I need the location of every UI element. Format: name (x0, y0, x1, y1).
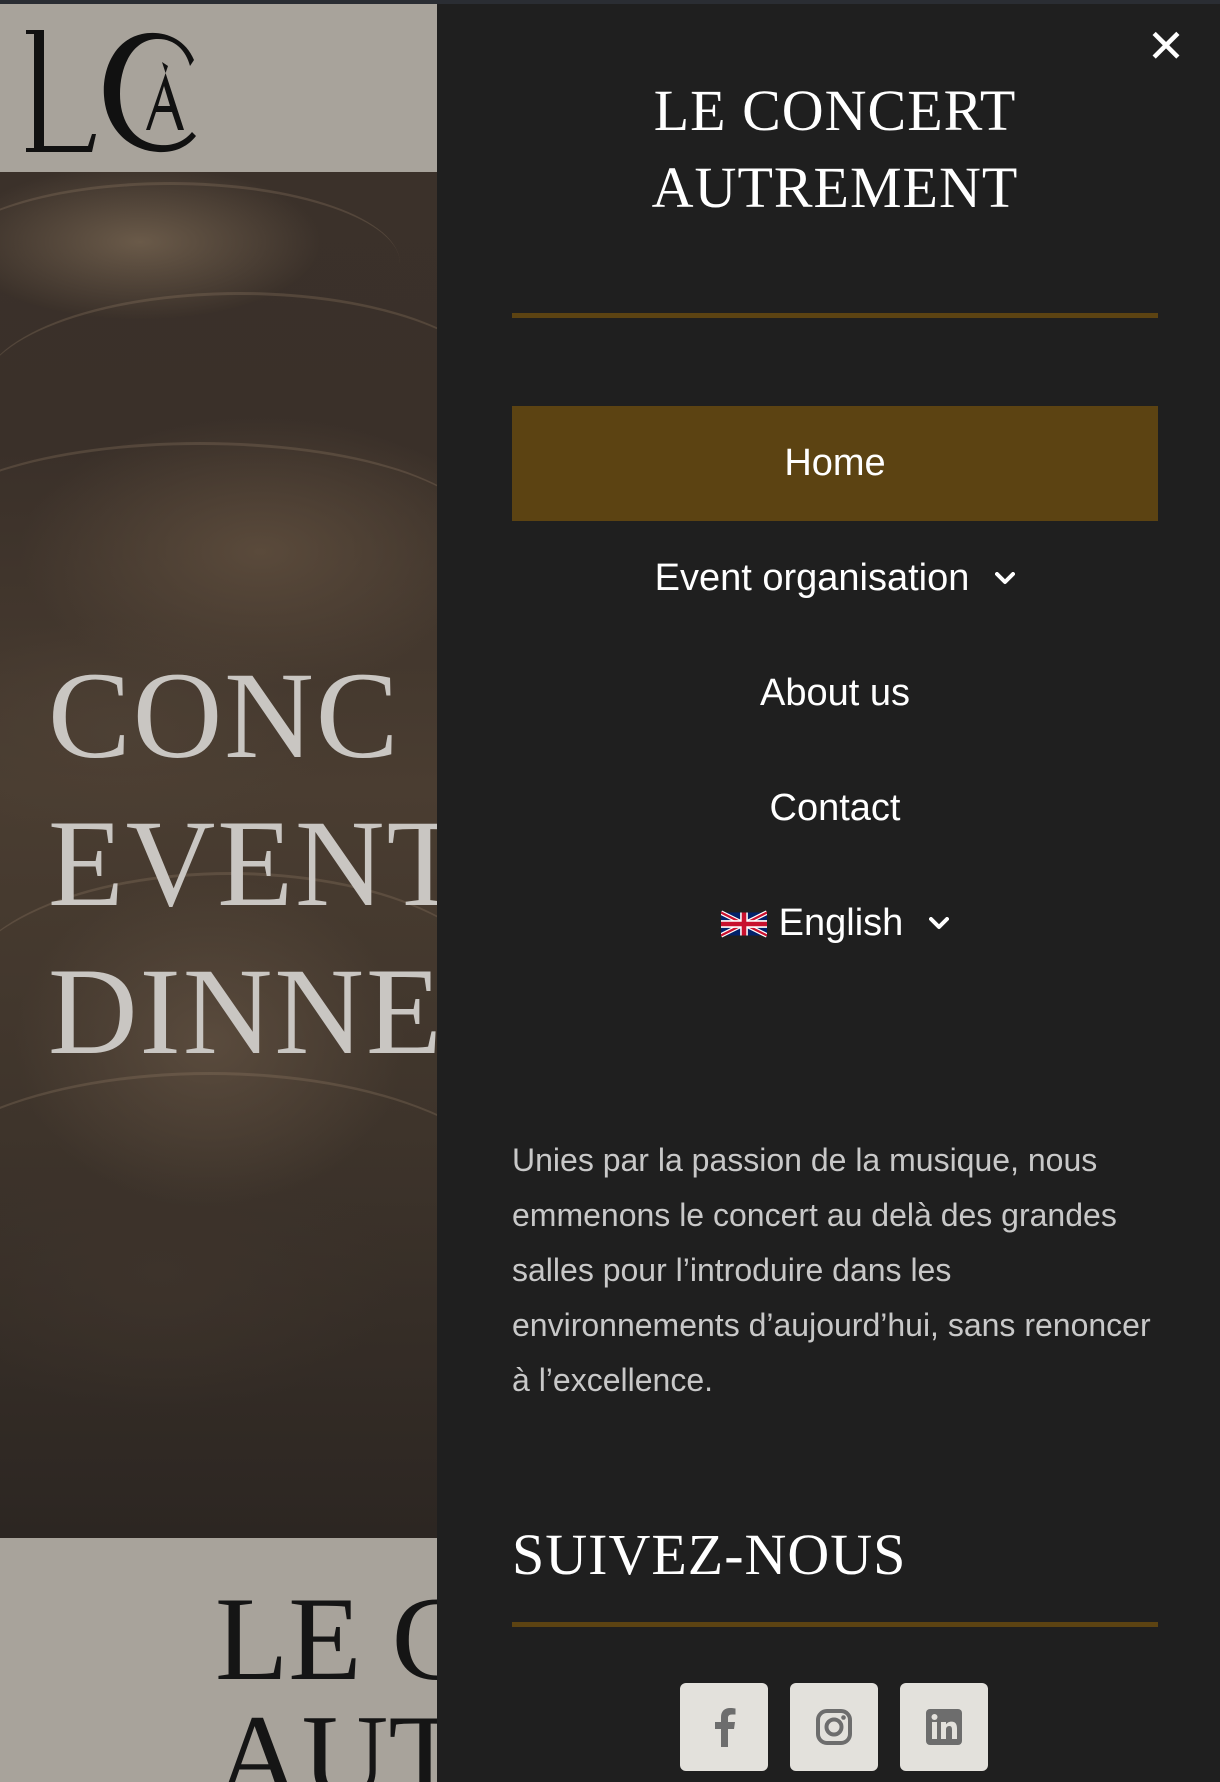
background-page: CONC EVENT DINNE LE C AUT (0, 0, 437, 1782)
close-icon[interactable]: ✕ (1144, 23, 1188, 69)
instagram-button[interactable] (790, 1683, 878, 1771)
nav-item-home[interactable]: Home (512, 406, 1158, 521)
linkedin-button[interactable] (900, 1683, 988, 1771)
social-links (680, 1683, 988, 1771)
nav-item-event-organisation[interactable]: Event organisation (512, 521, 1158, 636)
main-nav: Home Event organisation About us Contact… (512, 406, 1158, 981)
language-label: English (778, 902, 904, 944)
chevron-down-icon[interactable] (995, 571, 1016, 586)
language-switcher[interactable]: English (512, 866, 1158, 981)
nav-item-label: Home (784, 442, 886, 484)
menu-description: Unies par la passion de la musique, nous… (512, 1142, 1151, 1398)
nav-item-label: About us (760, 672, 910, 714)
divider (512, 1622, 1158, 1627)
page-section: LE C AUT (0, 1538, 437, 1782)
nav-item-label: Contact (769, 787, 901, 829)
hero-image: CONC EVENT DINNE (0, 172, 437, 1538)
hero-title: CONC EVENT DINNE (48, 647, 437, 1080)
linkedin-icon (926, 1709, 962, 1745)
uk-flag-icon (720, 909, 767, 938)
nav-item-label: Event organisation (654, 557, 970, 599)
site-logo[interactable] (22, 26, 232, 156)
site-header (0, 4, 437, 172)
nav-item-about-us[interactable]: About us (512, 636, 1158, 751)
divider (512, 313, 1158, 318)
chevron-down-icon[interactable] (929, 916, 950, 931)
facebook-icon (715, 1708, 736, 1747)
menu-title: LE CONCERT AUTREMENT (651, 78, 1019, 220)
instagram-icon (816, 1709, 852, 1745)
section-title: LE C AUT (215, 1572, 437, 1782)
nav-item-contact[interactable]: Contact (512, 751, 1158, 866)
follow-title: SUIVEZ-NOUS (512, 1522, 907, 1587)
facebook-button[interactable] (680, 1683, 768, 1771)
